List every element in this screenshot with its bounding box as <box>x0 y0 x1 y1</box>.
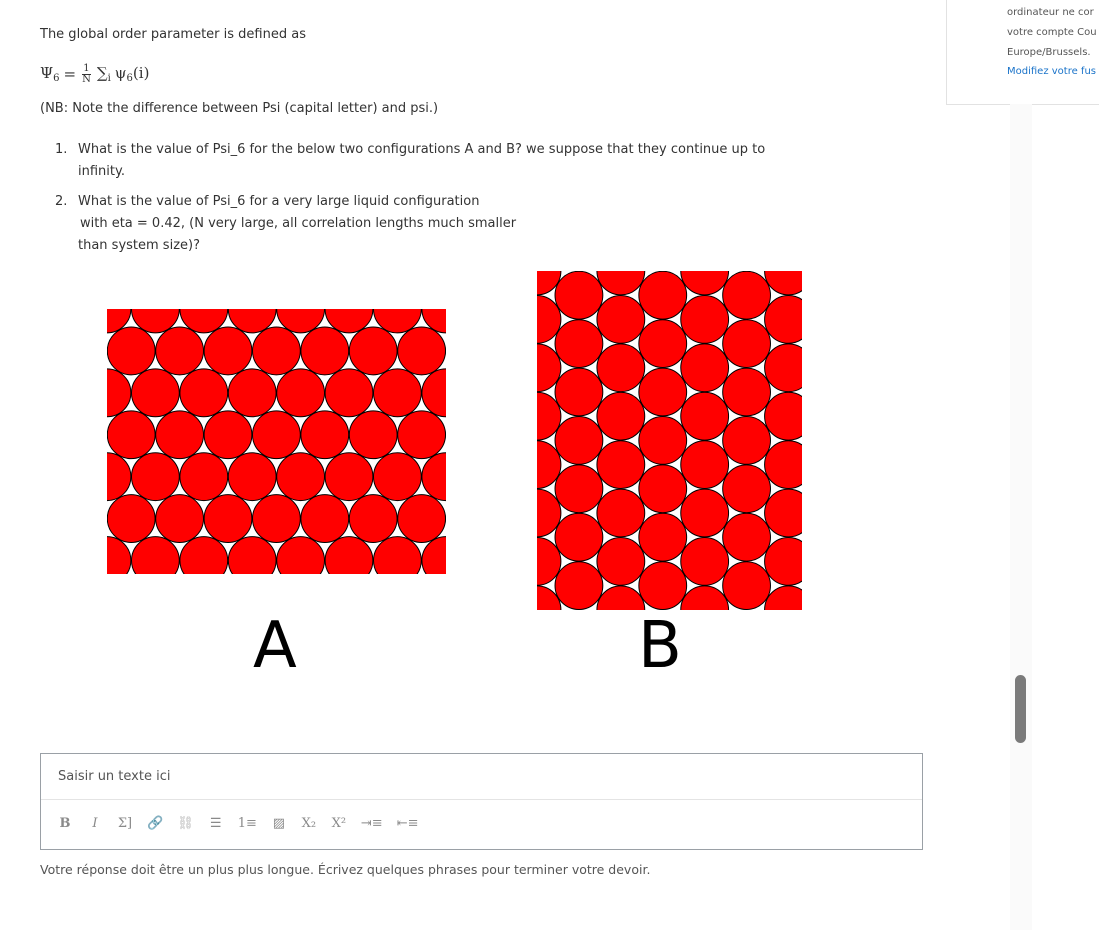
numbered-list-button[interactable]: 1≡ <box>238 814 257 832</box>
superscript-button[interactable]: X² <box>331 814 347 832</box>
editor-toolbar: B I Σ] 🔗 ⛓ ☰ 1≡ ▨ X₂ X² ⇥≡ ⇤≡ <box>57 814 419 832</box>
order-parameter-formula: Ψ6 = 1 N ∑i ψ6(i) <box>40 60 149 88</box>
configuration-a-label: A <box>253 609 297 683</box>
configuration-b-label: B <box>638 609 682 683</box>
question-intro: The global order parameter is defined as <box>40 27 306 42</box>
change-timezone-link[interactable]: Modifiez votre fus <box>1007 66 1096 77</box>
scrollbar-thumb[interactable] <box>1015 675 1026 743</box>
image-button[interactable]: ▨ <box>271 814 287 832</box>
notice-line-3: Europe/Brussels. <box>1007 47 1091 58</box>
formula-lhs: Ψ6 <box>40 64 60 84</box>
indent-button[interactable]: ⇥≡ <box>361 814 383 832</box>
question-item-1: 1. What is the value of Psi_6 for the be… <box>55 142 766 179</box>
formula-sum: ∑i <box>96 64 111 84</box>
note-text: (NB: Note the difference between Psi (ca… <box>40 101 439 116</box>
formula-fraction: 1 N <box>82 62 91 85</box>
bullet-list-button[interactable]: ☰ <box>208 814 224 832</box>
answer-editor[interactable]: B I Σ] 🔗 ⛓ ☰ 1≡ ▨ X₂ X² ⇥≡ ⇤≡ <box>40 753 923 850</box>
answer-hint: Votre réponse doit être un plus plus lon… <box>40 862 651 877</box>
warning-icon <box>969 0 991 6</box>
formula-button[interactable]: Σ] <box>117 814 133 832</box>
formula-equals: = <box>63 65 77 83</box>
outdent-button[interactable]: ⇤≡ <box>397 814 419 832</box>
formula-term: ψ6(i) <box>114 64 150 84</box>
configuration-a-image <box>107 309 446 574</box>
page-scroll-track <box>1010 104 1032 930</box>
link-button[interactable]: 🔗 <box>147 814 163 832</box>
italic-button[interactable]: I <box>87 814 103 832</box>
unlink-button[interactable]: ⛓ <box>177 814 194 832</box>
configuration-b-image <box>537 271 802 610</box>
timezone-notice-panel: ordinateur ne cor votre compte Cou Europ… <box>946 0 1099 105</box>
subscript-button[interactable]: X₂ <box>301 814 317 832</box>
question-list: 1. What is the value of Psi_6 for the be… <box>55 139 778 265</box>
notice-line-1: ordinateur ne cor <box>1007 7 1094 18</box>
editor-divider <box>41 799 922 800</box>
answer-input[interactable] <box>56 768 900 785</box>
bold-button[interactable]: B <box>57 814 73 832</box>
question-item-2: 2. What is the value of Psi_6 for a very… <box>55 194 517 253</box>
notice-line-2: votre compte Cou <box>1007 27 1097 38</box>
